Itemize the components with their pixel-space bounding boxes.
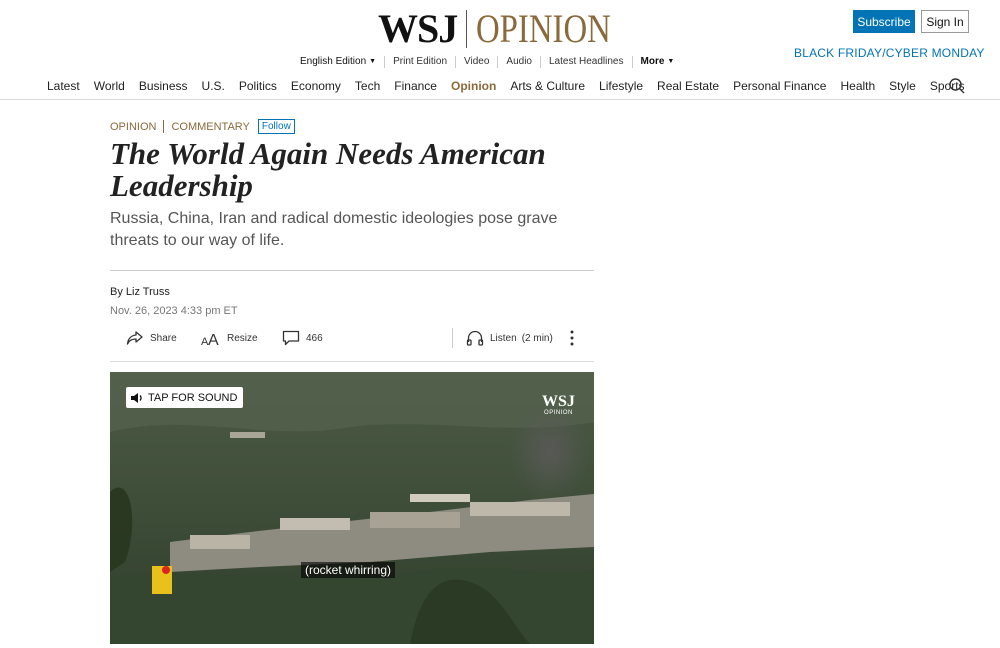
more-options-button[interactable] <box>568 326 582 350</box>
follow-button[interactable]: Follow <box>257 119 295 134</box>
listen-label: Listen <box>490 332 517 344</box>
caret-down-icon: ▼ <box>667 58 675 65</box>
nav-item-style[interactable]: Style <box>889 79 916 93</box>
nav-item-latest[interactable]: Latest <box>47 79 80 93</box>
dek: Russia, China, Iran and radical domestic… <box>110 210 558 249</box>
byline[interactable]: By Liz Truss <box>110 286 170 298</box>
headphones-icon <box>466 330 484 346</box>
speaker-icon <box>131 392 142 403</box>
share-label: Share <box>150 332 177 344</box>
article-toolbar: Share A A Resize 466 Listen (2 min) <box>110 326 594 350</box>
video-watermark-logo: WSJ OPINION <box>542 393 575 417</box>
listen-button[interactable]: Listen (2 min) <box>466 326 553 350</box>
masthead: WSJ OPINION Subscribe Sign In BLACK FRID… <box>0 0 1000 100</box>
subnav-print-edition[interactable]: Print Edition <box>384 56 455 68</box>
nav-item-politics[interactable]: Politics <box>239 79 277 93</box>
tap-for-sound-button[interactable]: TAP FOR SOUND <box>126 387 244 408</box>
search-icon[interactable] <box>948 77 966 95</box>
nav-item-opinion[interactable]: Opinion <box>451 79 496 93</box>
edition-subnav: English Edition ▼ Print Edition Video Aud… <box>300 56 682 68</box>
video-frame <box>110 372 594 644</box>
nav-item-health[interactable]: Health <box>840 79 875 93</box>
video-logo-opinion: OPINION <box>544 410 573 416</box>
subnav-edition[interactable]: English Edition ▼ <box>300 56 384 68</box>
sign-in-button[interactable]: Sign In <box>921 10 969 33</box>
video-logo-wsj: WSJ <box>542 393 575 410</box>
resize-button[interactable]: A A Resize <box>201 326 258 350</box>
section-label[interactable]: OPINION <box>110 121 156 133</box>
nav-item-business[interactable]: Business <box>139 79 188 93</box>
comment-icon <box>282 330 300 346</box>
subnav-more[interactable]: More ▼ <box>631 56 683 68</box>
divider <box>110 270 594 271</box>
category-label[interactable]: COMMENTARY <box>171 121 249 133</box>
nav-item-finance[interactable]: Finance <box>394 79 437 93</box>
video-caption: (rocket whirring) <box>301 562 396 578</box>
nav-item-tech[interactable]: Tech <box>355 79 380 93</box>
resize-label: Resize <box>227 332 258 344</box>
flashline-divider <box>163 120 165 133</box>
listen-duration: (2 min) <box>521 332 553 344</box>
nav-item-economy[interactable]: Economy <box>291 79 341 93</box>
subnav-more-label: More <box>640 56 665 67</box>
nav-item-real-estate[interactable]: Real Estate <box>657 79 719 93</box>
flashline: OPINION COMMENTARY Follow <box>110 119 295 134</box>
promo-link[interactable]: BLACK FRIDAY/CYBER MONDAY <box>794 46 985 60</box>
nav-item-personal-finance[interactable]: Personal Finance <box>733 79 826 93</box>
more-vertical-icon <box>570 330 574 346</box>
comments-button[interactable]: 466 <box>282 326 323 350</box>
subnav-latest-headlines[interactable]: Latest Headlines <box>540 56 632 68</box>
subscribe-button[interactable]: Subscribe <box>853 10 915 33</box>
nav-item-world[interactable]: World <box>94 79 125 93</box>
headline: The World Again Needs American Leadershi… <box>110 136 546 203</box>
share-icon <box>126 331 143 345</box>
logo-wsj: WSJ <box>378 6 458 51</box>
nav-item-lifestyle[interactable]: Lifestyle <box>599 79 643 93</box>
resize-text-icon: A A <box>201 332 219 346</box>
caret-down-icon: ▼ <box>369 58 377 65</box>
main-nav: Latest World Business U.S. Politics Econ… <box>47 79 979 93</box>
subnav-edition-label: English Edition <box>300 56 367 67</box>
comments-count: 466 <box>306 332 323 344</box>
subnav-video[interactable]: Video <box>455 56 497 68</box>
nav-item-us[interactable]: U.S. <box>202 79 225 93</box>
share-button[interactable]: Share <box>126 326 177 350</box>
tap-for-sound-label: TAP FOR SOUND <box>148 391 238 404</box>
subnav-audio[interactable]: Audio <box>497 56 540 68</box>
video-player[interactable]: TAP FOR SOUND WSJ OPINION (rocket whirri… <box>110 372 594 644</box>
toolbar-divider <box>452 328 453 348</box>
svg-text:A: A <box>208 332 219 346</box>
nav-item-arts-culture[interactable]: Arts & Culture <box>510 79 585 93</box>
logo-divider <box>466 10 468 48</box>
divider <box>110 361 594 362</box>
wsj-opinion-logo[interactable]: WSJ OPINION <box>378 8 641 50</box>
timestamp: Nov. 26, 2023 4:33 pm ET <box>110 305 238 317</box>
logo-opinion: OPINION <box>476 6 612 51</box>
